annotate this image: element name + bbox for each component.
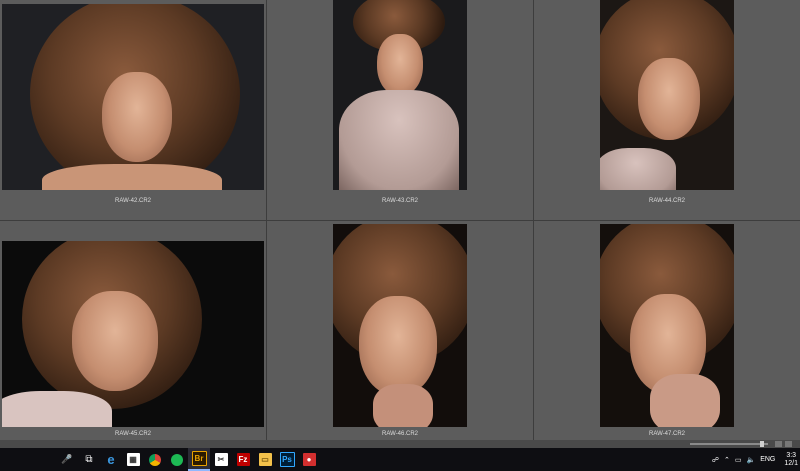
people-icon[interactable]: ☍ — [712, 456, 719, 464]
camera-icon[interactable]: ● — [298, 448, 320, 471]
thumbnail-grid: RAW-42.CR2 RAW-43.CR2 RAW-44.CR2 RAW-45.… — [0, 0, 800, 440]
chevron-up-icon[interactable]: ⌃ — [724, 456, 730, 464]
spotify-icon[interactable] — [166, 448, 188, 471]
edge-icon[interactable]: e — [100, 448, 122, 471]
microphone-icon[interactable]: 🎤 — [56, 448, 78, 471]
thumbnail-size-slider[interactable] — [690, 443, 768, 445]
thumbnail-cell[interactable]: RAW-46.CR2 — [267, 220, 533, 440]
clock-date: 12/1 — [784, 459, 798, 467]
thumbnail-filename: RAW-42.CR2 — [114, 198, 151, 204]
language-indicator[interactable]: ENG — [760, 456, 775, 463]
thumbnail-filename: RAW-43.CR2 — [381, 198, 418, 204]
filezilla-icon[interactable]: Fz — [232, 448, 254, 471]
system-tray: ☍ ⌃ ▭ 🔈 ENG 3:3 12/1 — [712, 452, 800, 468]
thumbnail-image[interactable] — [333, 223, 467, 427]
task-view-icon[interactable]: ⧉ — [78, 448, 100, 471]
thumbnail-image[interactable] — [333, 0, 467, 190]
slider-handle[interactable] — [760, 441, 764, 447]
store-icon[interactable]: ▦ — [122, 448, 144, 471]
chrome-icon[interactable] — [144, 448, 166, 471]
snipping-icon[interactable]: ✂ — [210, 448, 232, 471]
thumbnail-filename: RAW-44.CR2 — [648, 198, 685, 204]
thumbnail-image[interactable] — [2, 4, 264, 190]
thumbnail-cell[interactable]: RAW-44.CR2 — [534, 0, 800, 220]
bridge-icon[interactable]: Br — [188, 448, 210, 471]
thumbnail-cell[interactable]: RAW-45.CR2 — [0, 220, 266, 440]
thumbnail-cell[interactable]: RAW-43.CR2 — [267, 0, 533, 220]
clock-time: 3:3 — [786, 451, 797, 459]
bottom-status-strip — [0, 440, 800, 448]
thumbnail-filename: RAW-46.CR2 — [381, 430, 418, 437]
grid-view-icon[interactable] — [775, 441, 782, 447]
volume-icon[interactable]: 🔈 — [746, 456, 755, 464]
windows-taskbar: 🎤 ⧉ e ▦ Br ✂ Fz ▭ Ps ● ☍ ⌃ ▭ 🔈 ENG 3:3 1… — [0, 448, 800, 471]
thumbnail-image[interactable] — [600, 0, 734, 190]
list-view-icon[interactable] — [785, 441, 792, 447]
network-icon[interactable]: ▭ — [735, 456, 742, 464]
thumbnail-cell[interactable]: RAW-47.CR2 — [534, 220, 800, 440]
thumbnail-image[interactable] — [2, 240, 264, 427]
clock[interactable]: 3:3 12/1 — [784, 452, 798, 468]
thumbnail-cell[interactable]: RAW-42.CR2 — [0, 0, 266, 220]
photoshop-icon[interactable]: Ps — [276, 448, 298, 471]
thumbnail-filename: RAW-47.CR2 — [648, 430, 685, 437]
thumbnail-image[interactable] — [600, 223, 734, 427]
explorer-icon[interactable]: ▭ — [254, 448, 276, 471]
thumbnail-filename: RAW-45.CR2 — [114, 430, 151, 437]
